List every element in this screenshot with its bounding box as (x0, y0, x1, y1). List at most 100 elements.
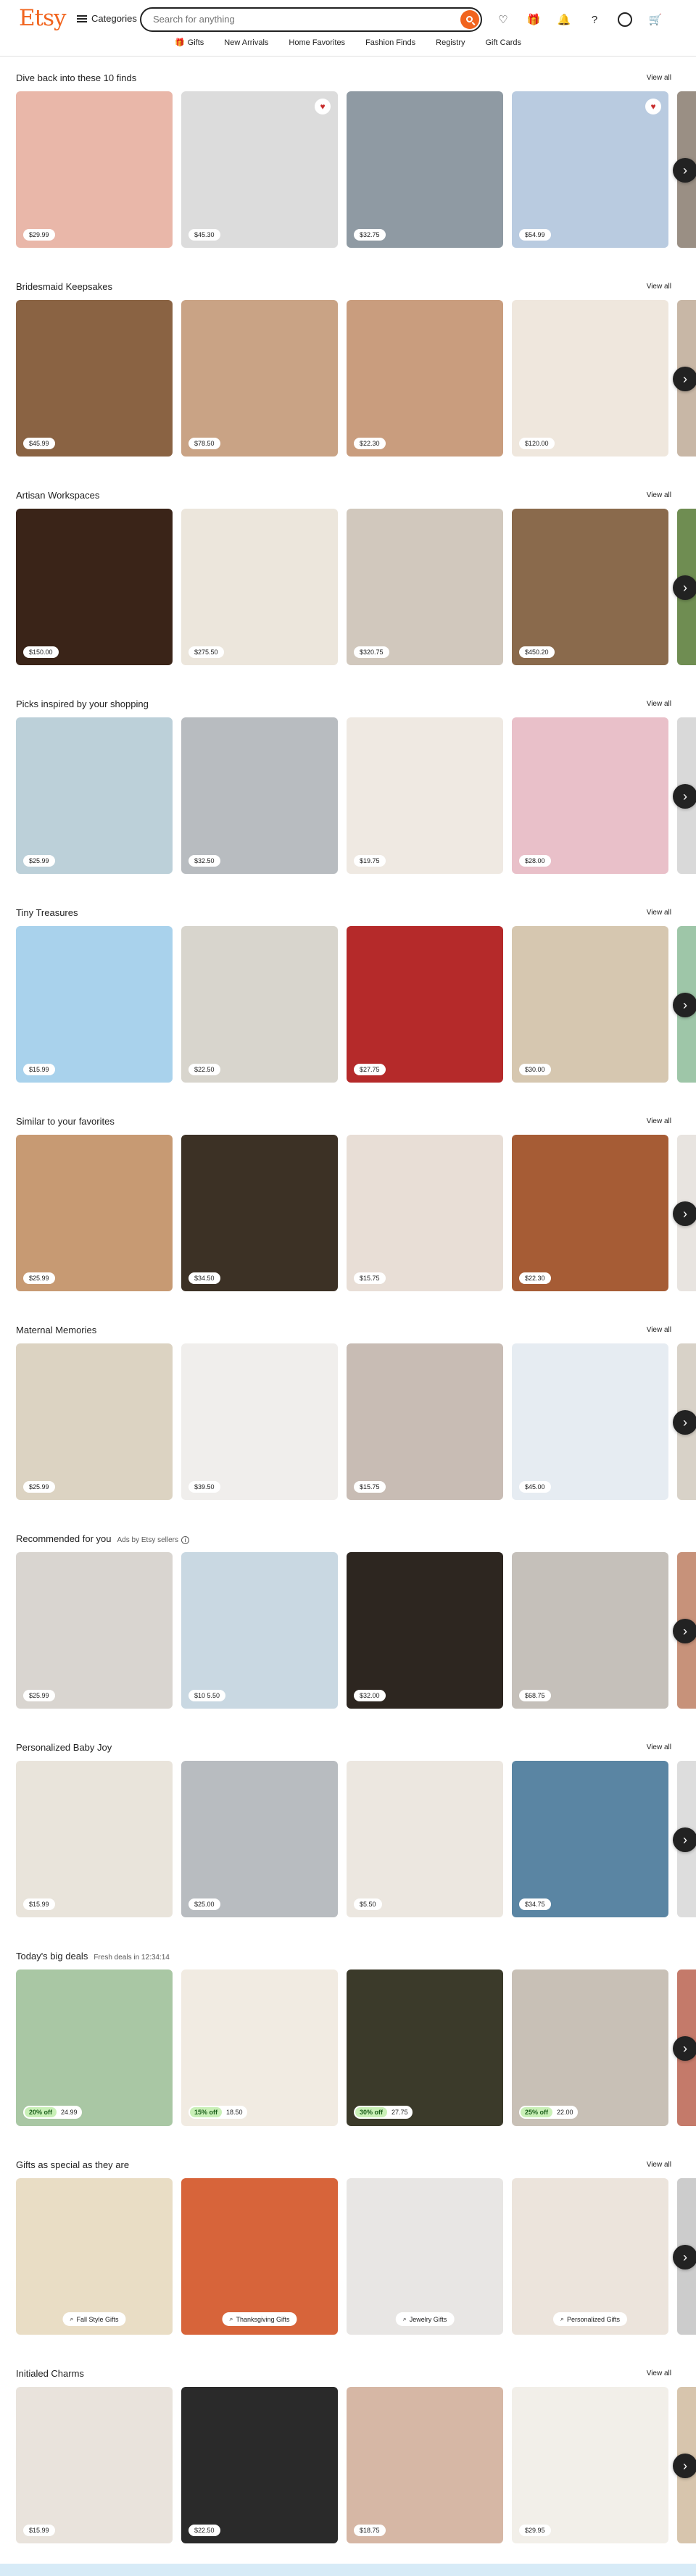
listing-card[interactable]: $15.99 (16, 1761, 173, 1917)
pill-label: Personalized Gifts (567, 2315, 621, 2323)
listing-card[interactable]: $39.50 (181, 1343, 338, 1500)
favorite-heart-icon[interactable]: ♥ (315, 99, 331, 114)
listing-card[interactable]: $15.75 (347, 1135, 503, 1291)
listing-card[interactable]: $450.20 (512, 509, 668, 665)
favorites-heart-icon[interactable]: ♡ (493, 9, 513, 30)
info-icon[interactable]: i (181, 1536, 189, 1544)
listing-card[interactable]: $29.95 (512, 2387, 668, 2543)
card-row: $25.99 $32.50 $19.75 $28.00 › (16, 717, 696, 874)
listing-card[interactable]: $30.00 (512, 926, 668, 1083)
view-all-link[interactable]: View all (647, 2161, 671, 2169)
listing-card[interactable]: $25.99 (16, 1552, 173, 1709)
listing-card[interactable]: $19.75 (347, 717, 503, 874)
carousel-next-button[interactable]: › (673, 1827, 696, 1852)
view-all-link[interactable]: View all (647, 1326, 671, 1334)
listing-card[interactable]: $5.50 (347, 1761, 503, 1917)
listing-card[interactable]: $10 5.50 (181, 1552, 338, 1709)
listing-card[interactable]: $15.75 (347, 1343, 503, 1500)
gift-category-pill[interactable]: ⌕ Jewelry Gifts (395, 2312, 455, 2326)
nav-item-new-arrivals[interactable]: New Arrivals (224, 38, 268, 47)
view-all-link[interactable]: View all (647, 700, 671, 708)
carousel-next-button[interactable]: › (673, 1201, 696, 1226)
listing-card[interactable]: $120.00 (512, 300, 668, 457)
nav-item-home-favorites[interactable]: Home Favorites (289, 38, 345, 47)
listing-card[interactable]: $22.50 (181, 926, 338, 1083)
listing-card[interactable]: $25.99 (16, 717, 173, 874)
listing-card[interactable]: $45.99 (16, 300, 173, 457)
search-button[interactable] (460, 10, 479, 29)
gift-category-pill[interactable]: ⌕ Personalized Gifts (552, 2312, 628, 2326)
listing-card[interactable]: $32.50 (181, 717, 338, 874)
view-all-link[interactable]: View all (647, 1743, 671, 1751)
listing-card[interactable]: $25.99 (16, 1343, 173, 1500)
bell-icon[interactable]: 🔔 (554, 9, 574, 30)
carousel-next-button[interactable]: › (673, 2245, 696, 2269)
nav-item-fashion-finds[interactable]: Fashion Finds (365, 38, 415, 47)
view-all-link[interactable]: View all (647, 2369, 671, 2377)
listing-card[interactable]: $32.75 (347, 91, 503, 248)
carousel-next-button[interactable]: › (673, 367, 696, 391)
listing-card[interactable]: $25.99 (16, 1135, 173, 1291)
listing-card[interactable]: $27.75 (347, 926, 503, 1083)
listing-card[interactable]: $78.50 (181, 300, 338, 457)
listing-card[interactable]: 30% off 27.75 (347, 1969, 503, 2126)
account-button[interactable] (615, 9, 635, 30)
listing-card[interactable]: $15.99 (16, 926, 173, 1083)
carousel-next-button[interactable]: › (673, 2454, 696, 2478)
view-all-link[interactable]: View all (647, 491, 671, 499)
listing-card[interactable]: $150.00 (16, 509, 173, 665)
view-all-link[interactable]: View all (647, 283, 671, 291)
price-tag: $15.75 (354, 1481, 386, 1493)
carousel-next-button[interactable]: › (673, 575, 696, 600)
listing-card[interactable]: $34.50 (181, 1135, 338, 1291)
nav-item-registry[interactable]: Registry (436, 38, 465, 47)
carousel-next-button[interactable]: › (673, 784, 696, 809)
carousel-next-button[interactable]: › (673, 1619, 696, 1643)
listing-card[interactable]: 15% off 18.50 (181, 1969, 338, 2126)
view-all-link[interactable]: View all (647, 74, 671, 82)
listing-card[interactable]: $68.75 (512, 1552, 668, 1709)
listing-card[interactable]: ⌕ Jewelry Gifts (347, 2178, 503, 2335)
listing-card[interactable]: $45.00 (512, 1343, 668, 1500)
listing-card[interactable]: $275.50 (181, 509, 338, 665)
listing-card[interactable]: $45.30 ♥ (181, 91, 338, 248)
listing-card[interactable]: $22.30 (347, 300, 503, 457)
section-header: Today's big deals Fresh deals in 12:34:14 (16, 1951, 671, 1962)
carousel-next-button[interactable]: › (673, 993, 696, 1017)
listing-card[interactable]: $22.50 (181, 2387, 338, 2543)
listing-card[interactable]: ⌕ Thanksgiving Gifts (181, 2178, 338, 2335)
nav-item-gift-cards[interactable]: Gift Cards (486, 38, 522, 47)
favorite-heart-icon[interactable]: ♥ (645, 99, 661, 114)
cart-icon[interactable]: 🛒 (645, 9, 666, 30)
listing-card[interactable]: $32.00 (347, 1552, 503, 1709)
carousel-section: Personalized Baby Joy View all $15.99 $25.0… (0, 1742, 696, 1930)
etsy-logo[interactable]: Etsy (19, 5, 67, 31)
carousel-next-button[interactable]: › (673, 2036, 696, 2061)
listing-card[interactable]: $29.99 (16, 91, 173, 248)
listing-card[interactable]: $15.99 (16, 2387, 173, 2543)
search-input[interactable] (153, 14, 428, 25)
listing-card[interactable]: 25% off 22.00 (512, 1969, 668, 2126)
listing-card[interactable]: 20% off 24.99 (16, 1969, 173, 2126)
listing-card[interactable]: $22.30 (512, 1135, 668, 1291)
listing-card[interactable]: $25.00 (181, 1761, 338, 1917)
view-all-link[interactable]: View all (647, 909, 671, 917)
card-row: $25.99 $10 5.50 $32.00 $68.75 › (16, 1552, 696, 1709)
view-all-link[interactable]: View all (647, 1117, 671, 1125)
categories-button[interactable]: Categories (77, 13, 137, 24)
listing-card[interactable]: $34.75 (512, 1761, 668, 1917)
help-icon[interactable]: ? (584, 9, 605, 30)
listing-card[interactable]: $18.75 (347, 2387, 503, 2543)
gift-category-pill[interactable]: ⌕ Fall Style Gifts (62, 2312, 126, 2326)
carousel-next-button[interactable]: › (673, 1410, 696, 1435)
listing-card[interactable]: $54.99 ♥ (512, 91, 668, 248)
carousel-next-button[interactable]: › (673, 158, 696, 183)
nav-item-gifts[interactable]: 🎁 Gifts (175, 38, 204, 48)
section-subtitle: Ads by Etsy sellers (117, 1536, 178, 1544)
gift-category-pill[interactable]: ⌕ Thanksgiving Gifts (222, 2312, 297, 2326)
listing-card[interactable]: ⌕ Personalized Gifts (512, 2178, 668, 2335)
listing-card[interactable]: ⌕ Fall Style Gifts (16, 2178, 173, 2335)
gift-icon[interactable]: 🎁 (523, 9, 544, 30)
listing-card[interactable]: $28.00 (512, 717, 668, 874)
listing-card[interactable]: $320.75 (347, 509, 503, 665)
